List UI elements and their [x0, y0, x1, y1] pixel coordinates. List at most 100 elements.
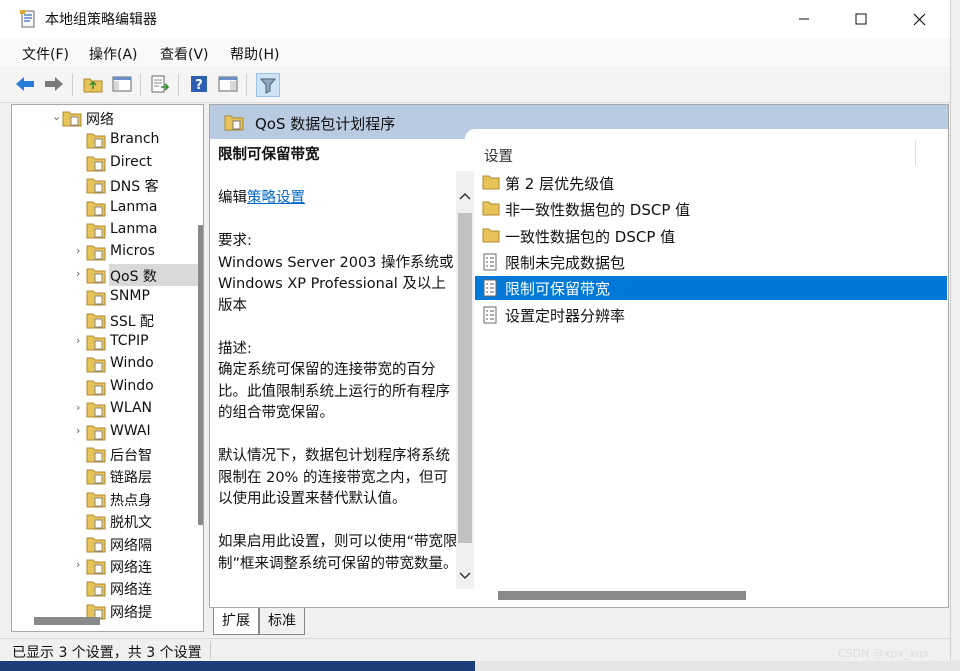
menu-view[interactable]: 查看(V) — [160, 44, 209, 64]
description-label: 描述: — [218, 340, 252, 357]
filter-icon — [259, 78, 277, 94]
show-hide-tree-button[interactable] — [111, 73, 133, 95]
tree-item-label: Lanma — [110, 221, 158, 237]
minimize-icon — [799, 18, 809, 20]
folder-icon — [86, 468, 106, 489]
tree-item-label: 网络连 — [110, 582, 152, 599]
folder-icon — [62, 110, 82, 131]
svg-text:?: ? — [195, 78, 203, 93]
tab-standard[interactable]: 标准 — [259, 608, 305, 635]
tree-item-label: 网络 — [86, 112, 114, 128]
setting-row[interactable]: 限制未完成数据包 — [475, 250, 947, 274]
tree-item[interactable]: › WLAN — [12, 398, 203, 420]
tree-item[interactable]: › QoS 数 — [76, 263, 203, 286]
tree-hscroll-thumb[interactable] — [34, 617, 100, 625]
chevron-right-icon[interactable]: › — [76, 334, 80, 347]
folder-icon — [86, 446, 106, 467]
tab-extended[interactable]: 扩展 — [213, 608, 259, 635]
policy-editor-icon — [20, 10, 36, 28]
setting-row[interactable]: 第 2 层优先级值 — [475, 171, 947, 195]
forward-button[interactable] — [43, 73, 65, 95]
tree-item[interactable]: › WWAI — [12, 421, 203, 443]
chevron-right-icon[interactable]: › — [76, 558, 80, 571]
help-button[interactable]: ? — [188, 73, 210, 95]
up-folder-button[interactable] — [82, 73, 104, 95]
watermark: CSDN @xpx_xqx — [838, 647, 930, 660]
folder-icon — [86, 491, 106, 512]
tree-item[interactable]: SSL 配 — [12, 309, 203, 331]
close-icon — [913, 13, 925, 25]
close-button[interactable] — [890, 0, 948, 38]
scroll-up-icon[interactable] — [459, 191, 471, 201]
tree-item[interactable]: 网络连 — [12, 577, 203, 599]
setting-label: 限制未完成数据包 — [505, 253, 626, 272]
setting-row[interactable]: 设置定时器分辨率 — [475, 303, 947, 327]
description-scroll-thumb[interactable] — [458, 213, 472, 543]
tree-item-label: 网络隔 — [110, 537, 152, 554]
tree-item[interactable]: 链路层 — [12, 465, 203, 487]
settings-column-header[interactable]: 设置 — [484, 145, 513, 166]
tree-item-label: 热点身 — [110, 492, 152, 509]
tree-item[interactable]: 热点身 — [12, 488, 203, 510]
tree-item-label: DNS 客 — [110, 179, 159, 196]
policy-icon — [482, 306, 498, 328]
policy-icon — [482, 279, 498, 301]
tree-item-label: 网络提 — [110, 604, 152, 621]
tree-item-label: 链路层 — [110, 470, 152, 487]
tree-item[interactable]: DNS 客 — [12, 174, 203, 196]
tree-item[interactable]: Direct — [12, 152, 203, 174]
tree-item-label: Branch — [110, 131, 160, 148]
tree-item[interactable]: ⌄ 网络 — [12, 107, 203, 129]
tree-item[interactable]: › TCPIP — [12, 331, 203, 353]
chevron-right-icon[interactable]: › — [76, 424, 80, 437]
back-button[interactable] — [14, 73, 36, 95]
tree-item[interactable]: Branch — [12, 129, 203, 151]
chevron-down-icon[interactable]: ⌄ — [52, 110, 61, 123]
action-pane-icon — [218, 76, 238, 92]
tree-item[interactable]: SNMP — [12, 286, 203, 308]
tree-item[interactable]: Lanma — [12, 219, 203, 241]
menu-file[interactable]: 文件(F) — [22, 44, 69, 64]
tree-item[interactable]: 脱机文 — [12, 510, 203, 532]
tree-scroll-thumb[interactable] — [198, 225, 203, 525]
chevron-right-icon[interactable]: › — [76, 401, 80, 414]
settings-hscroll-thumb[interactable] — [498, 591, 746, 600]
policy-icon — [482, 253, 498, 275]
requirements-text: Windows Server 2003 操作系统或 Windows XP Pro… — [218, 254, 454, 314]
scroll-down-icon[interactable] — [459, 571, 471, 581]
console-tree[interactable]: ⌄ 网络 Branch Direct DNS 客 Lanma Lanma › Micros › Qo… — [11, 104, 204, 632]
menu-help[interactable]: 帮助(H) — [230, 44, 279, 64]
minimize-button[interactable] — [775, 0, 833, 38]
tree-item[interactable]: 后台智 — [12, 443, 203, 465]
tree-item-label: TCPIP — [110, 333, 149, 349]
menu-action[interactable]: 操作(A) — [89, 44, 138, 64]
chevron-right-icon[interactable]: › — [76, 267, 80, 280]
folder-icon — [86, 424, 106, 445]
folder-icon — [86, 177, 106, 198]
tree-item[interactable]: Windo — [12, 353, 203, 375]
show-hide-action-pane-button[interactable] — [217, 73, 239, 95]
pane-header-title: QoS 数据包计划程序 — [255, 115, 396, 133]
folder-icon — [86, 334, 106, 355]
export-list-button[interactable] — [149, 73, 171, 95]
chevron-right-icon[interactable]: › — [76, 244, 80, 257]
tree-item-label: SSL 配 — [110, 313, 155, 330]
tree-item[interactable]: Lanma — [12, 197, 203, 219]
setting-row[interactable]: 非一致性数据包的 DSCP 值 — [475, 197, 947, 221]
title-bar[interactable]: 本地组策略编辑器 — [0, 0, 950, 38]
folder-icon — [86, 312, 106, 333]
default-text: 默认情况下，数据包计划程序将系统限制在 20% 的连接带宽之内，但可以使用此设置… — [218, 448, 450, 507]
tree-item-label: 网络连 — [110, 560, 152, 576]
edit-label: 编辑 — [218, 190, 247, 206]
setting-row[interactable]: 限制可保留带宽 — [475, 276, 947, 301]
tree-item[interactable]: Windo — [12, 376, 203, 398]
policy-settings-link[interactable]: 策略设置 — [247, 190, 305, 206]
folder-icon — [224, 113, 244, 135]
setting-row[interactable]: 一致性数据包的 DSCP 值 — [475, 224, 947, 248]
tree-item[interactable]: 网络隔 — [12, 533, 203, 555]
maximize-button[interactable] — [832, 0, 890, 38]
tree-item[interactable]: › 网络连 — [12, 555, 203, 577]
tree-item[interactable]: › Micros — [12, 241, 203, 263]
filter-button[interactable] — [256, 73, 280, 97]
folder-icon — [86, 132, 106, 153]
